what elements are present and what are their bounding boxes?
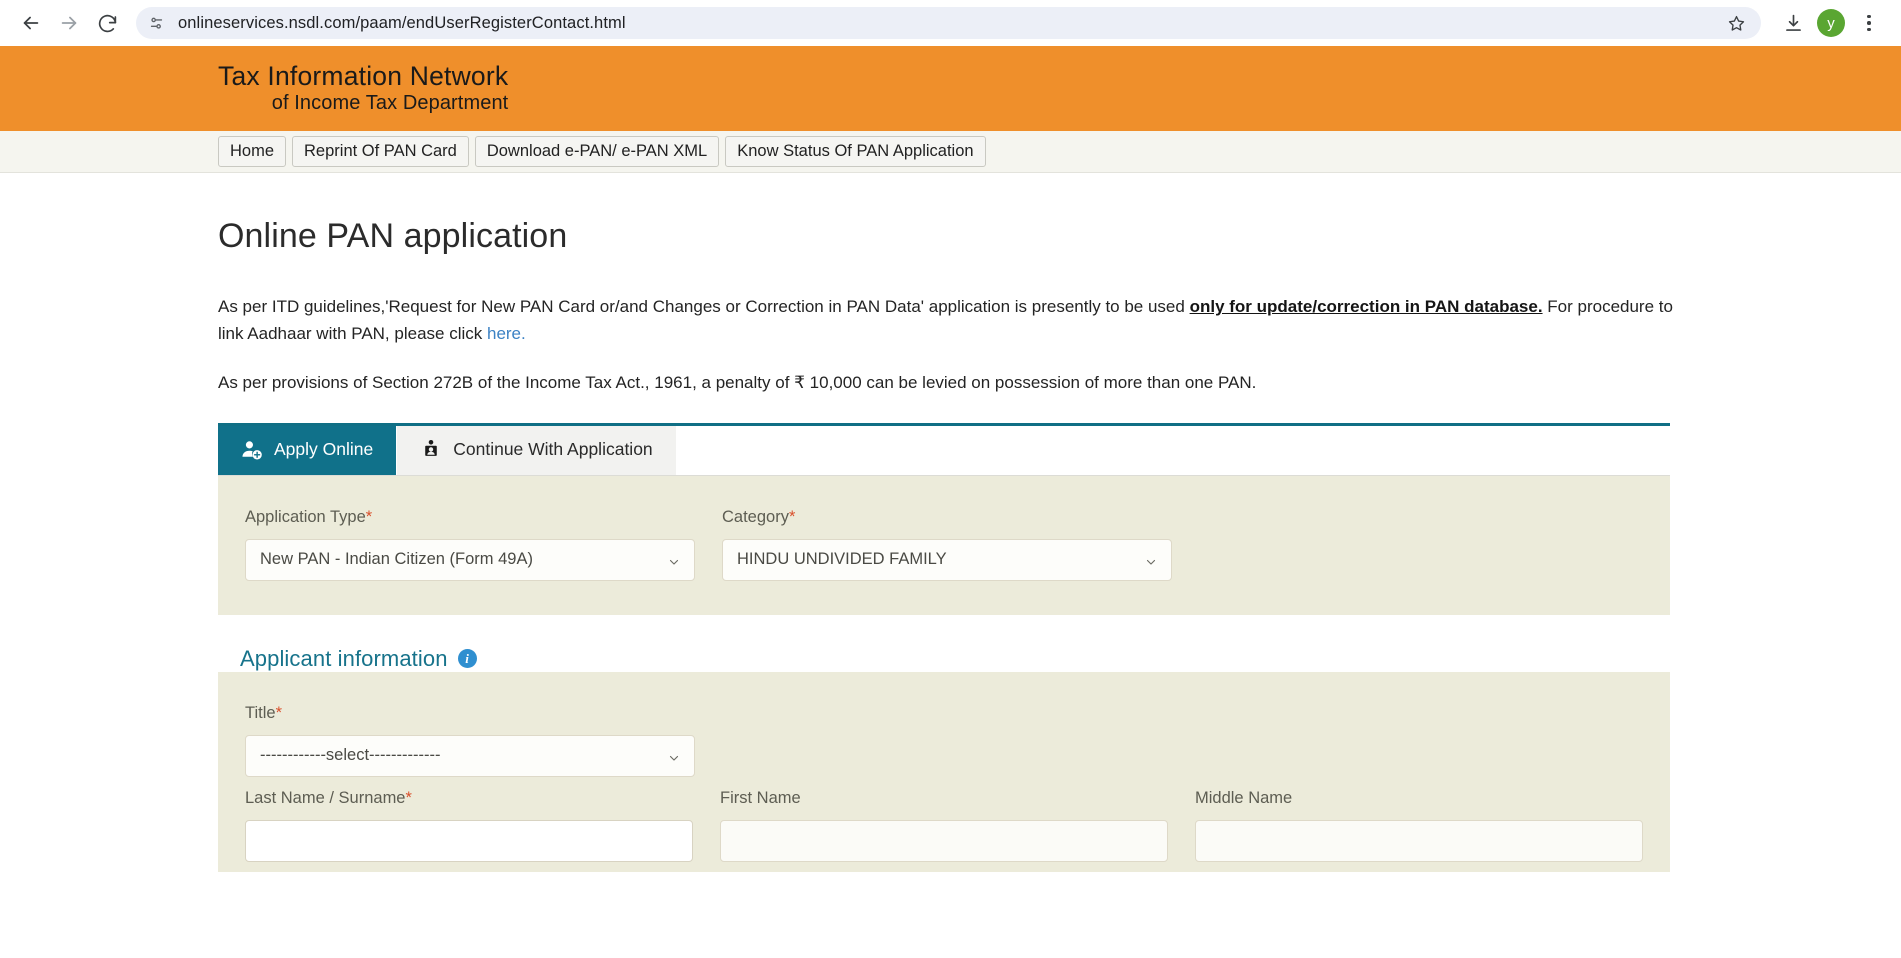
nav-item-reprint-of-pan-card[interactable]: Reprint Of PAN Card xyxy=(292,135,469,168)
middle-name-label: Middle Name xyxy=(1195,788,1293,807)
user-plus-icon xyxy=(241,439,263,461)
category-label: Category* xyxy=(722,508,1172,526)
title-label: Title* xyxy=(245,704,695,722)
chevron-down-icon xyxy=(668,554,680,566)
application-type-required-marker: * xyxy=(365,507,373,526)
back-button[interactable] xyxy=(14,6,48,40)
logo-title: Tax Information Network xyxy=(218,61,509,92)
application-type-select[interactable]: New PAN - Indian Citizen (Form 49A) xyxy=(245,538,695,581)
applicant-information-title: Applicant information xyxy=(240,645,448,671)
application-type-label: Application Type* xyxy=(245,508,695,526)
application-type-field: Application Type* New PAN - Indian Citiz… xyxy=(245,508,695,581)
chevron-down-icon xyxy=(668,750,680,762)
applicant-information-panel: Title* ------------select------------- L… xyxy=(218,671,1670,872)
site-navigation: Home Reprint Of PAN Card Download e-PAN/… xyxy=(0,131,1901,173)
nav-item-know-status[interactable]: Know Status Of PAN Application xyxy=(725,135,986,168)
application-details-panel: Application Type* New PAN - Indian Citiz… xyxy=(218,475,1670,615)
chrome-menu-icon[interactable] xyxy=(1851,5,1887,41)
last-name-label: Last Name / Surname* xyxy=(245,789,693,807)
title-label-text: Title xyxy=(245,703,276,722)
intro-text-part1: As per ITD guidelines,'Request for New P… xyxy=(218,297,1190,316)
last-name-field: Last Name / Surname* xyxy=(245,789,693,862)
page-title: Online PAN application xyxy=(218,217,568,255)
reload-button[interactable] xyxy=(90,6,124,40)
url-text: onlineservices.nsdl.com/paam/endUserRegi… xyxy=(178,13,626,32)
category-required-marker: * xyxy=(788,507,796,526)
middle-name-field: Middle Name xyxy=(1195,789,1643,862)
application-type-value: New PAN - Indian Citizen (Form 49A) xyxy=(260,550,533,569)
info-icon[interactable]: i xyxy=(457,649,477,669)
download-icon[interactable] xyxy=(1775,5,1811,41)
tab-apply-online[interactable]: Apply Online xyxy=(218,425,397,475)
tab-continue-label: Continue With Application xyxy=(453,438,653,459)
title-required-marker: * xyxy=(275,703,282,722)
page-content: Tax Information Network of Income Tax De… xyxy=(0,46,1901,872)
name-row: Last Name / Surname* First Name Middle N… xyxy=(245,789,1643,862)
category-field: Category* HINDU UNDIVIDED FAMILY xyxy=(722,508,1172,581)
first-name-field: First Name xyxy=(720,789,1168,862)
row-spacer xyxy=(245,777,1643,789)
nav-item-home[interactable]: Home xyxy=(218,135,287,168)
application-type-label-text: Application Type xyxy=(245,507,366,526)
user-resume-icon xyxy=(420,439,442,461)
applicant-information-heading: Applicant information i xyxy=(240,646,1861,672)
middle-name-input[interactable] xyxy=(1195,820,1643,862)
category-label-text: Category xyxy=(722,507,789,526)
site-header: Tax Information Network of Income Tax De… xyxy=(0,46,1901,131)
profile-avatar[interactable]: y xyxy=(1813,5,1849,41)
title-field: Title* ------------select------------- xyxy=(245,704,695,777)
avatar: y xyxy=(1817,9,1845,37)
last-name-label-text: Last Name / Surname xyxy=(245,788,406,807)
browser-actions: y xyxy=(1765,5,1887,41)
chevron-down-icon xyxy=(1145,554,1157,566)
omnibox[interactable]: onlineservices.nsdl.com/paam/endUserRegi… xyxy=(136,7,1761,39)
application-tabs: Apply Online Continue With Application xyxy=(218,425,1670,476)
site-logo: Tax Information Network of Income Tax De… xyxy=(218,61,509,115)
tab-continue-with-application[interactable]: Continue With Application xyxy=(397,425,676,475)
aadhaar-link[interactable]: here. xyxy=(487,324,526,343)
intro-paragraph-1: As per ITD guidelines,'Request for New P… xyxy=(218,294,1674,348)
category-select[interactable]: HINDU UNDIVIDED FAMILY xyxy=(722,538,1172,581)
intro-emphasis: only for update/correction in PAN databa… xyxy=(1189,297,1543,316)
last-name-required-marker: * xyxy=(405,788,412,807)
bookmark-icon[interactable] xyxy=(1721,8,1751,38)
title-row: Title* ------------select------------- xyxy=(245,704,1643,777)
category-value: HINDU UNDIVIDED FAMILY xyxy=(737,550,947,569)
browser-toolbar: onlineservices.nsdl.com/paam/endUserRegi… xyxy=(0,0,1901,46)
first-name-label: First Name xyxy=(720,788,801,807)
site-info-icon[interactable] xyxy=(142,9,170,37)
title-select[interactable]: ------------select------------- xyxy=(245,734,695,777)
logo-subtitle: of Income Tax Department xyxy=(271,91,509,114)
last-name-input[interactable] xyxy=(245,820,693,862)
forward-button[interactable] xyxy=(52,6,86,40)
tab-apply-online-label: Apply Online xyxy=(274,438,374,459)
title-value: ------------select------------- xyxy=(260,746,441,765)
main-content: Online PAN application As per ITD guidel… xyxy=(0,217,1901,872)
intro-paragraph-2: As per provisions of Section 272B of the… xyxy=(218,372,1257,392)
nav-item-download-epan[interactable]: Download e-PAN/ e-PAN XML xyxy=(474,135,720,168)
first-name-input[interactable] xyxy=(720,820,1168,862)
application-details-row: Application Type* New PAN - Indian Citiz… xyxy=(245,508,1643,581)
